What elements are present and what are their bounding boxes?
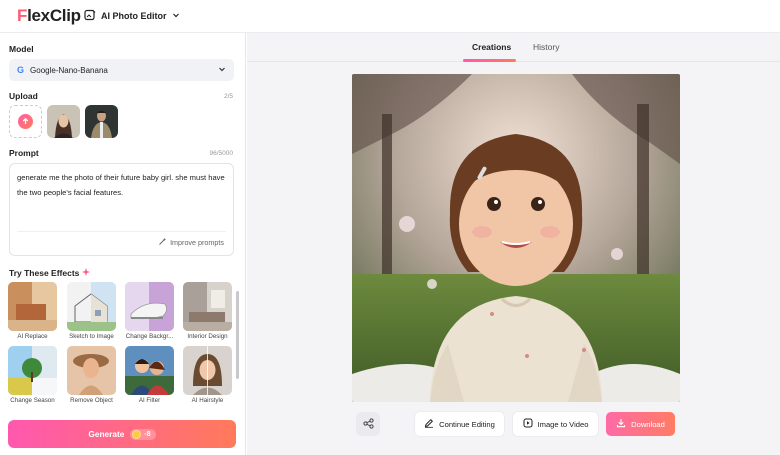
tabs-bar: Creations History [247,33,780,62]
effect-ai-hairstyle[interactable]: AI Hairstyle [183,346,232,404]
logo-wordmark: lexClip [27,6,81,25]
uploaded-photo-man[interactable] [85,105,118,138]
top-bar: FlexClip AI Photo Editor [0,0,780,33]
effect-ai-filter[interactable]: AI Filter [125,346,174,404]
main-area: Creations History Continue Editing Image… [247,33,780,455]
coin-icon [132,429,142,439]
effect-thumb [183,282,232,331]
flexclip-logo[interactable]: FlexClip [17,5,81,27]
left-panel: Model G Google-Nano-Banana Upload 2/5 Pr… [0,33,246,455]
editor-label: AI Photo Editor [101,11,167,21]
generated-image[interactable] [352,74,680,402]
uploaded-photo-woman[interactable] [47,105,80,138]
effect-label: Remove Object [70,397,113,404]
download-icon [616,418,626,430]
effect-change-season[interactable]: Change Season [8,346,57,404]
generate-button[interactable]: Generate -8 [8,420,236,448]
effect-sketch-to-image[interactable]: Sketch to Image [67,282,116,340]
effect-thumb [125,282,174,331]
continue-editing-button[interactable]: Continue Editing [415,412,504,436]
model-value: Google-Nano-Banana [30,65,108,75]
prompt-divider [17,231,226,232]
share-icon [362,417,374,431]
magic-wand-icon [158,237,167,248]
sparkle-icon [82,268,91,278]
effect-thumb [8,282,57,331]
tab-creations[interactable]: Creations [472,42,511,52]
image-to-video-label: Image to Video [537,419,589,429]
upload-title: Upload [9,91,38,101]
effect-label: AI Replace [17,333,48,340]
generate-label: Generate [88,429,125,439]
effect-label: Sketch to Image [69,333,114,340]
effect-ai-replace[interactable]: AI Replace [8,282,57,340]
effect-thumb [67,346,116,395]
prompt-title: Prompt [9,148,39,158]
effect-label: Interior Design [187,333,228,340]
chevron-down-icon [172,11,180,21]
improve-prompts-button[interactable]: Improve prompts [158,237,224,248]
video-icon [523,418,533,430]
model-select[interactable]: G Google-Nano-Banana [9,59,234,81]
model-title: Model [9,44,34,54]
effect-label: AI Hairstyle [191,397,224,404]
active-tab-indicator [463,59,516,62]
logo-letter: F [17,6,28,25]
image-to-video-button[interactable]: Image to Video [513,412,598,436]
effect-thumb [8,346,57,395]
photo-editor-icon [84,9,96,23]
google-icon: G [17,65,25,75]
effects-header: Try These Effects [9,268,91,278]
tab-history[interactable]: History [533,42,559,52]
chevron-down-icon [218,65,226,75]
effect-thumb [67,282,116,331]
effect-change-background[interactable]: Change Backgr... [125,282,174,340]
continue-editing-label: Continue Editing [439,419,495,429]
effects-scrollbar[interactable] [236,291,239,379]
effect-thumb [125,346,174,395]
effect-thumb [183,346,232,395]
upload-count: 2/5 [223,93,233,100]
upload-button[interactable] [9,105,42,138]
effect-label: Change Season [10,397,55,404]
credit-badge: -8 [130,428,156,440]
prompt-text[interactable]: generate me the photo of their future ba… [17,170,226,200]
share-button[interactable] [356,412,380,436]
editor-selector[interactable]: AI Photo Editor [84,8,180,24]
prompt-count: 96/5000 [209,150,234,157]
effect-label: Change Backgr... [125,333,174,340]
effects-title: Try These Effects [9,268,80,278]
effect-label: AI Filter [138,397,161,404]
download-button[interactable]: Download [606,412,675,436]
credit-cost: -8 [144,430,151,438]
upload-icon [18,114,33,129]
improve-label: Improve prompts [170,238,224,247]
edit-icon [424,418,434,430]
effect-remove-object[interactable]: Remove Object [67,346,116,404]
prompt-textarea[interactable]: generate me the photo of their future ba… [9,163,234,256]
download-label: Download [631,419,665,429]
effect-interior-design[interactable]: Interior Design [183,282,232,340]
